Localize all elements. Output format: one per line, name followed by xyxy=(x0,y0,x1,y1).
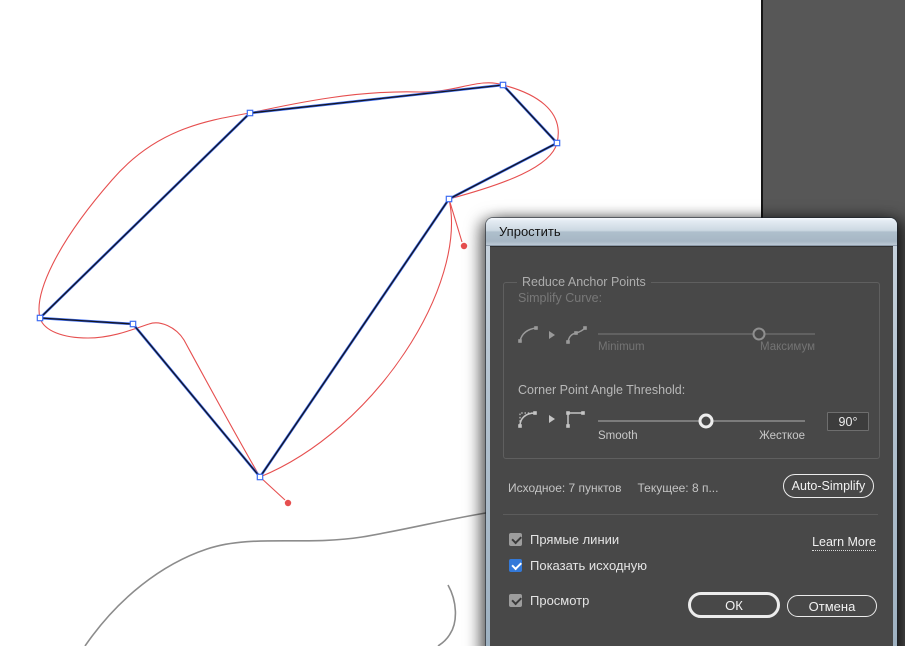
sharp-corner-icon xyxy=(566,411,585,428)
anchor-point xyxy=(553,139,561,147)
unselected-path xyxy=(84,511,493,646)
anchor-point xyxy=(129,320,137,328)
preview-row[interactable]: Просмотр xyxy=(509,593,589,608)
simplify-curve-track[interactable] xyxy=(598,332,815,335)
anchor-point xyxy=(246,109,254,117)
hard-label: Жесткое xyxy=(759,430,805,442)
maximum-label: Максимум xyxy=(759,341,815,353)
application-window: Упростить Reduce Anchor Points Simplify … xyxy=(0,0,905,646)
corner-threshold-slider-labels: Smooth Жесткое xyxy=(598,430,805,442)
dialog-title: Упростить xyxy=(499,224,561,239)
cancel-button[interactable]: Отмена xyxy=(787,595,877,617)
corner-threshold-handle[interactable] xyxy=(698,413,714,428)
group-title: Reduce Anchor Points xyxy=(517,275,651,289)
current-points-status: Текущее: 8 п... xyxy=(637,481,719,495)
checkbox[interactable] xyxy=(509,559,522,572)
corner-threshold-icons xyxy=(516,409,588,429)
learn-more-link[interactable]: Learn More xyxy=(812,535,876,551)
checkbox[interactable] xyxy=(509,533,522,546)
arrow-right-icon xyxy=(549,331,555,339)
anchor-point xyxy=(256,473,264,481)
dialog-body: Reduce Anchor Points Simplify Curve: Min… xyxy=(490,246,893,646)
show-original-label: Показать исходную xyxy=(530,558,647,573)
simplified-path xyxy=(37,83,560,480)
simplify-curve-handle[interactable] xyxy=(752,327,766,340)
simplify-curve-slider-labels: Minimum Максимум xyxy=(598,341,815,353)
fewer-points-curve-icon xyxy=(518,326,538,343)
corner-threshold-label: Corner Point Angle Threshold: xyxy=(518,383,686,397)
more-points-curve-icon xyxy=(566,326,587,344)
ok-button[interactable]: ОК xyxy=(688,592,780,618)
checkbox[interactable] xyxy=(509,594,522,607)
corner-threshold-slider[interactable] xyxy=(598,413,805,428)
arrow-right-icon xyxy=(549,415,555,423)
anchor-point xyxy=(36,314,44,322)
show-original-row[interactable]: Показать исходную xyxy=(509,558,647,573)
anchor-point xyxy=(499,81,507,89)
straight-lines-label: Прямые линии xyxy=(530,532,620,547)
simplify-curve-icons xyxy=(516,325,588,345)
simplify-curve-label: Simplify Curve: xyxy=(518,291,603,305)
minimum-label: Minimum xyxy=(598,341,645,353)
path-handles xyxy=(259,198,468,507)
separator xyxy=(503,514,878,515)
angle-value-input[interactable] xyxy=(827,412,869,431)
anchor-point xyxy=(445,195,453,203)
smooth-label: Smooth xyxy=(598,430,638,442)
dialog-titlebar[interactable]: Упростить xyxy=(486,218,897,246)
preview-label: Просмотр xyxy=(530,593,590,608)
straight-lines-row[interactable]: Прямые линии xyxy=(509,532,619,547)
status-row: Исходное: 7 пунктов Текущее: 8 п... xyxy=(508,481,718,495)
original-points-status: Исходное: 7 пунктов xyxy=(508,481,622,495)
auto-simplify-button[interactable]: Auto-Simplify xyxy=(783,474,874,498)
simplify-curve-slider[interactable] xyxy=(598,326,815,341)
simplify-dialog: Упростить Reduce Anchor Points Simplify … xyxy=(486,218,897,646)
smooth-corner-icon xyxy=(518,411,537,428)
